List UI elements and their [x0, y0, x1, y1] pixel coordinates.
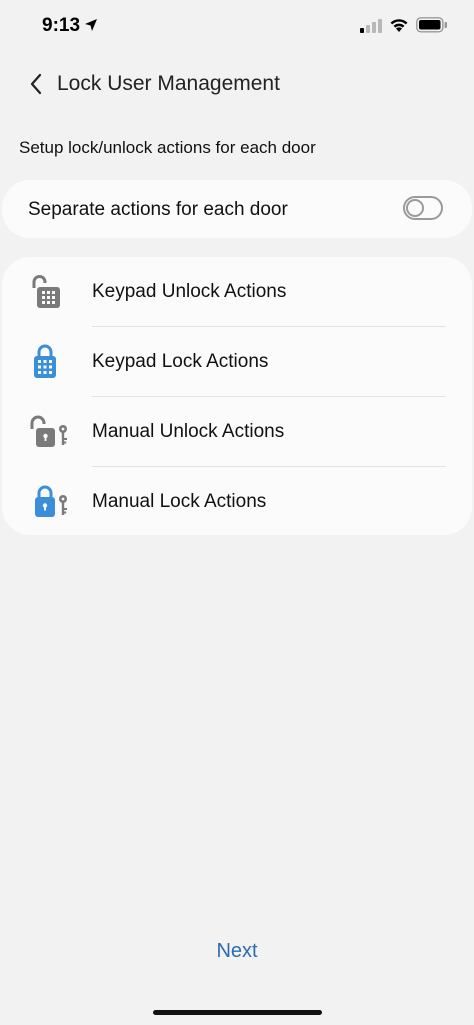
page-title: Lock User Management	[57, 72, 280, 95]
navigation-header: Lock User Management	[0, 58, 474, 110]
action-label: Keypad Unlock Actions	[92, 281, 287, 302]
keypad-locked-icon	[34, 344, 56, 378]
status-time: 9:13	[42, 15, 81, 36]
status-bar: 9:13	[0, 0, 474, 50]
back-button[interactable]	[20, 68, 52, 100]
action-label: Manual Lock Actions	[92, 491, 267, 512]
separate-actions-card: Separate actions for each door	[2, 180, 472, 238]
key-locked-icon	[35, 485, 67, 517]
keypad-unlock-actions-row[interactable]: Keypad Unlock Actions	[2, 257, 472, 327]
keypad-lock-actions-row[interactable]: Keypad Lock Actions	[2, 327, 472, 397]
separate-actions-label: Separate actions for each door	[28, 199, 288, 220]
toggle-knob	[406, 199, 424, 217]
chevron-left-icon	[30, 73, 42, 95]
key-unlocked-icon	[30, 415, 67, 447]
location-arrow-icon	[85, 19, 97, 31]
keypad-unlocked-icon	[32, 275, 60, 308]
cellular-signal-icon	[360, 19, 382, 33]
action-label: Keypad Lock Actions	[92, 351, 269, 372]
manual-unlock-actions-row[interactable]: Manual Unlock Actions	[2, 397, 472, 467]
section-caption: Setup lock/unlock actions for each door	[19, 138, 316, 157]
manual-lock-actions-row[interactable]: Manual Lock Actions	[2, 467, 472, 537]
lock-actions-list: Keypad Unlock Actions Keypad Lock Action…	[2, 257, 472, 535]
action-label: Manual Unlock Actions	[92, 421, 285, 442]
home-indicator	[153, 1010, 322, 1015]
next-button[interactable]: Next	[187, 940, 287, 970]
battery-icon	[416, 17, 447, 33]
separate-actions-toggle[interactable]	[403, 196, 443, 220]
wifi-icon	[390, 19, 408, 32]
